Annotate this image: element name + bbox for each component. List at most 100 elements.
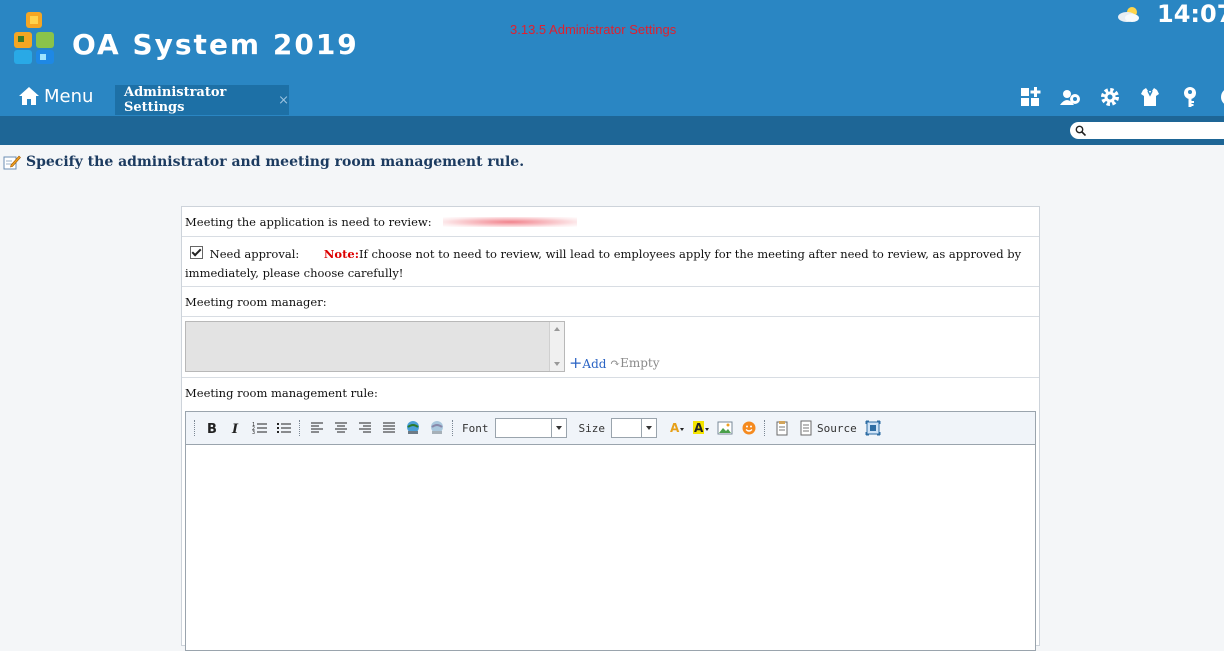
fullscreen-icon bbox=[865, 420, 881, 436]
chevron-down-icon bbox=[555, 426, 562, 430]
align-center-icon bbox=[335, 422, 347, 433]
search-input[interactable] bbox=[1090, 125, 1222, 143]
note-label: Note: bbox=[323, 247, 359, 261]
scroll-down-icon[interactable] bbox=[554, 362, 560, 366]
app-title: OA System 2019 bbox=[72, 28, 359, 61]
highlight-icon: A bbox=[693, 421, 709, 435]
font-label: Font bbox=[462, 421, 489, 435]
settings-button[interactable] bbox=[1090, 86, 1130, 108]
menu-button[interactable]: Menu bbox=[18, 84, 93, 108]
font-color-icon: A bbox=[670, 421, 684, 435]
fullscreen-button[interactable] bbox=[861, 417, 885, 439]
user-settings-icon bbox=[1060, 90, 1080, 105]
link-globe-icon bbox=[407, 421, 419, 434]
rule-label: Meeting room management rule: bbox=[185, 386, 378, 400]
insert-link-button[interactable] bbox=[401, 417, 425, 439]
search-box bbox=[1070, 122, 1224, 143]
unordered-list-icon bbox=[277, 423, 291, 433]
align-right-icon bbox=[359, 422, 371, 433]
svg-text:I: I bbox=[231, 422, 239, 436]
add-module-icon bbox=[1021, 87, 1041, 106]
manager-label-row: Meeting room manager: bbox=[182, 287, 1039, 317]
source-icon bbox=[800, 420, 812, 436]
unlink-button[interactable] bbox=[425, 417, 449, 439]
source-button[interactable]: Source bbox=[794, 417, 861, 439]
note-text: If choose not to need to review, will le… bbox=[185, 247, 1022, 280]
size-select[interactable] bbox=[611, 418, 657, 438]
svg-text:3: 3 bbox=[252, 430, 255, 436]
review-row: Meeting the application is need to revie… bbox=[182, 207, 1039, 237]
ordered-list-button[interactable]: 123 bbox=[248, 417, 272, 439]
page-heading-text: Specify the administrator and meeting ro… bbox=[26, 154, 525, 170]
need-approval-checkbox[interactable] bbox=[190, 246, 203, 259]
plus-icon: + bbox=[569, 353, 583, 372]
bold-button[interactable]: B bbox=[200, 417, 224, 439]
home-icon bbox=[19, 87, 39, 105]
edit-icon bbox=[3, 155, 21, 170]
smiley-icon bbox=[742, 421, 756, 435]
settings-form: Meeting the application is need to revie… bbox=[181, 206, 1040, 651]
align-left-icon bbox=[311, 422, 323, 433]
highlight-button[interactable]: A bbox=[689, 417, 713, 439]
clock: 14:07 bbox=[1157, 0, 1224, 28]
tab-label: Administrator Settings bbox=[124, 85, 227, 115]
paste-button[interactable] bbox=[770, 417, 794, 439]
tab-administrator-settings[interactable]: Administrator Settings × bbox=[115, 85, 289, 115]
manager-list[interactable] bbox=[185, 321, 565, 372]
gear-icon bbox=[1101, 88, 1119, 106]
sub-bar bbox=[0, 116, 1224, 145]
app-logo-icon bbox=[14, 12, 54, 64]
toolbar-separator bbox=[299, 420, 302, 436]
bold-icon: B bbox=[207, 422, 217, 436]
ordered-list-icon: 123 bbox=[252, 422, 267, 436]
manager-select-row: +Add ↷Empty bbox=[182, 317, 1039, 378]
toolbar-separator bbox=[764, 420, 767, 436]
approval-row: Need approval: Note:If choose not to nee… bbox=[182, 237, 1039, 287]
align-left-button[interactable] bbox=[305, 417, 329, 439]
empty-manager-link[interactable]: ↷Empty bbox=[610, 356, 659, 370]
redacted-reviewer bbox=[443, 217, 578, 227]
page-heading: Specify the administrator and meeting ro… bbox=[3, 154, 524, 170]
justify-button[interactable] bbox=[377, 417, 401, 439]
unordered-list-button[interactable] bbox=[272, 417, 296, 439]
scroll-up-icon[interactable] bbox=[554, 327, 560, 331]
tab-close-icon[interactable]: × bbox=[278, 93, 289, 108]
theme-button[interactable] bbox=[1130, 86, 1170, 108]
collapse-button[interactable] bbox=[1210, 86, 1224, 108]
svg-text:A: A bbox=[670, 421, 680, 435]
menu-label: Menu bbox=[44, 85, 94, 107]
italic-button[interactable]: I bbox=[224, 417, 248, 439]
add-module-button[interactable] bbox=[1010, 86, 1050, 108]
manager-label: Meeting room manager: bbox=[185, 295, 327, 309]
svg-text:A: A bbox=[694, 421, 704, 435]
editor-toolbar: B I 123 Font Size A A Source bbox=[186, 412, 1035, 445]
font-select[interactable] bbox=[494, 418, 567, 438]
review-label: Meeting the application is need to revie… bbox=[185, 215, 432, 229]
rule-editor: B I 123 Font Size A A Source bbox=[185, 411, 1036, 651]
editor-content-area[interactable] bbox=[186, 445, 1035, 645]
search-icon bbox=[1075, 125, 1086, 136]
manager-list-scrollbar[interactable] bbox=[549, 322, 564, 371]
toolbar-separator bbox=[452, 420, 455, 436]
need-approval-label: Need approval: bbox=[209, 247, 300, 261]
password-button[interactable] bbox=[1170, 86, 1210, 108]
paste-icon bbox=[776, 421, 788, 436]
align-center-button[interactable] bbox=[329, 417, 353, 439]
header-toolbar bbox=[1010, 86, 1224, 108]
image-icon bbox=[717, 421, 733, 435]
user-settings-button[interactable] bbox=[1050, 86, 1090, 108]
empty-link-label: Empty bbox=[620, 356, 660, 370]
add-link-label: Add bbox=[582, 357, 607, 371]
undo-icon: ↷ bbox=[610, 356, 621, 370]
insert-image-button[interactable] bbox=[713, 417, 737, 439]
align-right-button[interactable] bbox=[353, 417, 377, 439]
source-label: Source bbox=[817, 421, 857, 435]
shirt-icon bbox=[1141, 88, 1159, 106]
font-color-button[interactable]: A bbox=[665, 417, 689, 439]
partly-cloudy-icon bbox=[1118, 7, 1139, 22]
chevron-down-icon bbox=[646, 426, 652, 430]
add-manager-link[interactable]: +Add bbox=[569, 353, 606, 372]
key-icon bbox=[1184, 87, 1196, 107]
emoticon-button[interactable] bbox=[737, 417, 761, 439]
rule-label-row: Meeting room management rule: bbox=[182, 378, 1039, 408]
